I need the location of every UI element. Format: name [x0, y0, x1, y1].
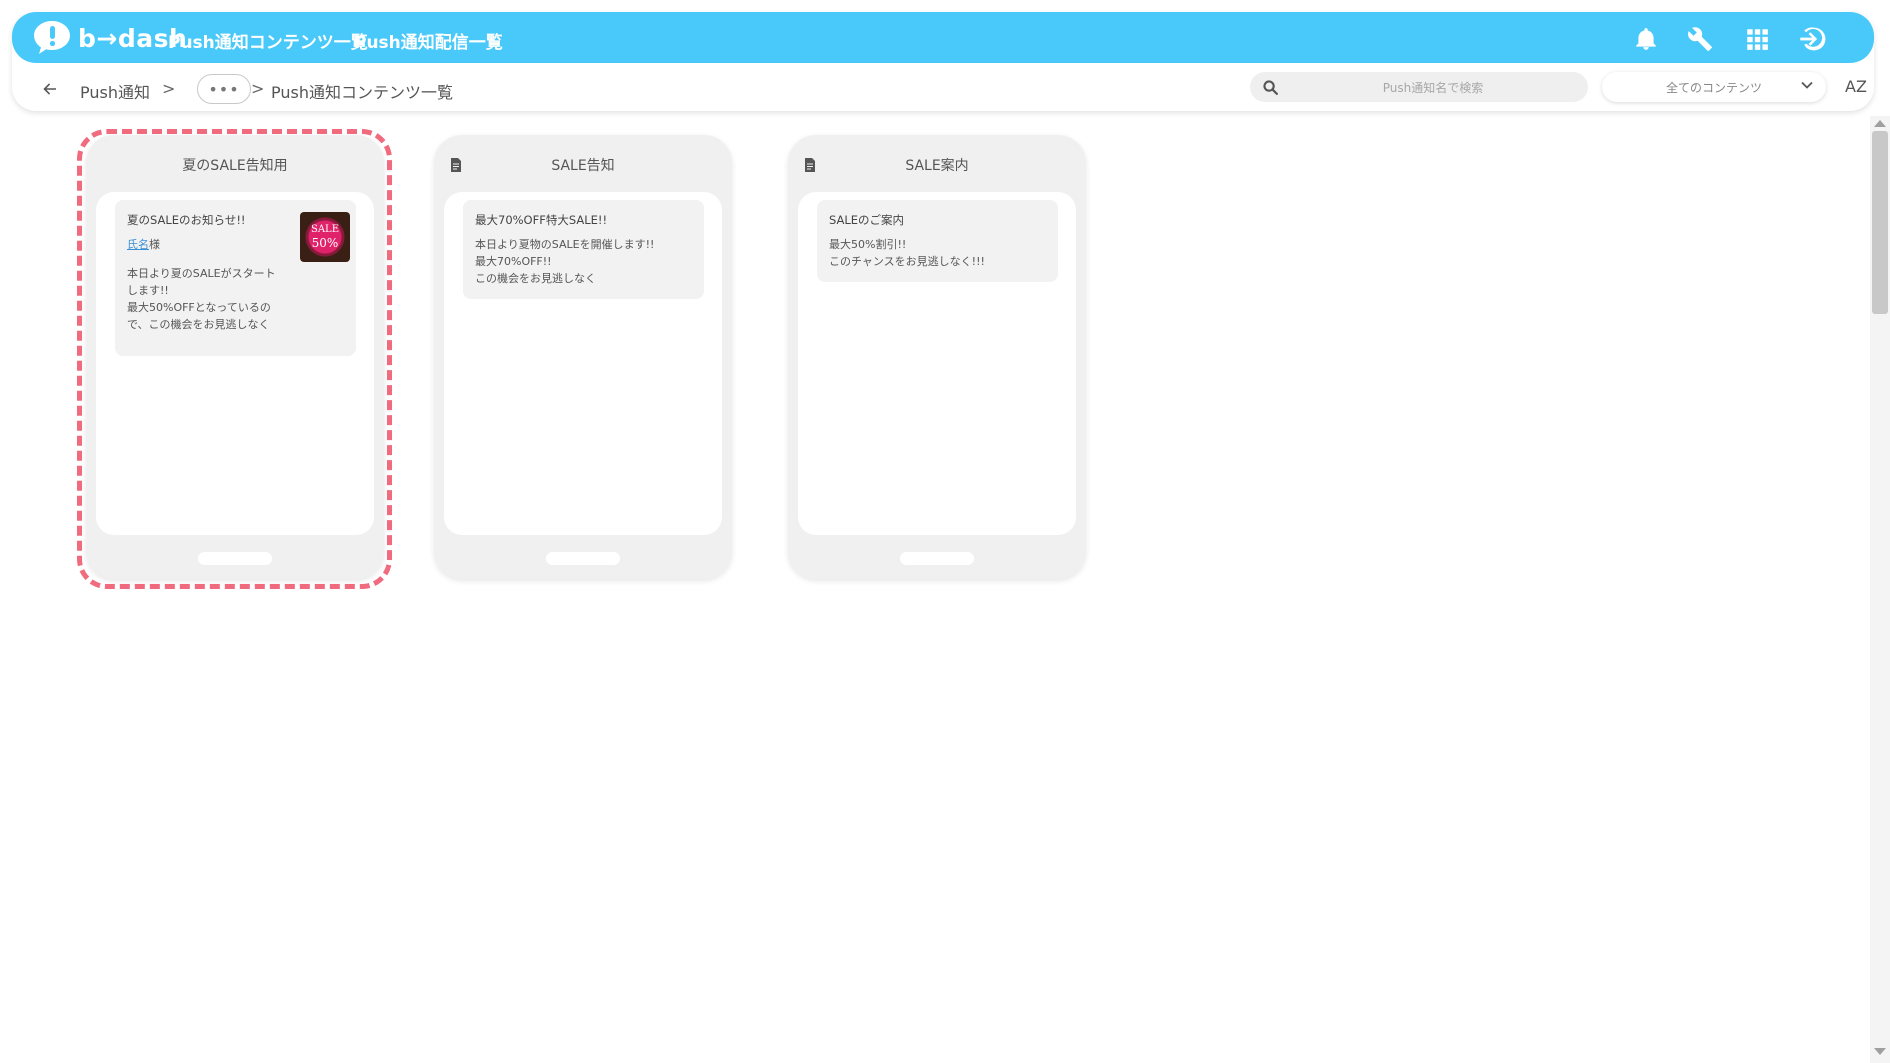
notification-title: 最大70%OFF特大SALE!! — [475, 213, 608, 227]
notification-preview: 最大70%OFF特大SALE!! 本日より夏物のSALEを開催します!! 最大7… — [463, 200, 704, 299]
search-icon — [1263, 80, 1279, 96]
wrench-icon[interactable] — [1685, 24, 1715, 54]
scroll-up-arrow-icon[interactable] — [1874, 120, 1886, 127]
selected-card-outline — [77, 129, 392, 589]
logo[interactable]: b→dash — [32, 18, 187, 58]
phone-screen: 最大70%OFF特大SALE!! 本日より夏物のSALEを開催します!! 最大7… — [444, 192, 722, 535]
content-filter-select[interactable]: 全てのコンテンツ — [1602, 72, 1826, 102]
logo-icon — [34, 21, 70, 54]
nav-push-deliveries[interactable]: Push通知配信一覧 — [354, 28, 503, 53]
breadcrumb-root[interactable]: Push通知 — [80, 79, 150, 103]
breadcrumb-separator: > — [162, 79, 176, 98]
logout-icon[interactable] — [1796, 24, 1832, 54]
sort-az-button[interactable]: AZ — [1842, 74, 1870, 98]
notification-title: SALEのご案内 — [829, 213, 905, 227]
card-title: SALE案内 — [905, 158, 969, 174]
grid-icon[interactable] — [1742, 24, 1772, 54]
notification-body: 本日より夏物のSALEを開催します!! 最大70%OFF!! この機会をお見逃し… — [475, 237, 655, 285]
content-card[interactable]: SALE告知 最大70%OFF特大SALE!! 本日より夏物のSALEを開催しま… — [434, 135, 732, 579]
content-card[interactable]: SALE案内 SALEのご案内 最大50%割引!! このチャンスをお見逃しなく!… — [788, 135, 1086, 579]
app-header: b→dash Push通知コンテンツ一覧 Push通知配信一覧 Push通知 >… — [12, 12, 1874, 111]
card-title: SALE告知 — [551, 158, 615, 174]
back-arrow-icon[interactable] — [38, 78, 62, 100]
filter-selected-value: 全てのコンテンツ — [1665, 80, 1762, 95]
scrollbar-thumb[interactable] — [1872, 131, 1888, 314]
notification-body: 最大50%割引!! このチャンスをお見逃しなく!!! — [829, 237, 985, 268]
scroll-down-arrow-icon[interactable] — [1874, 1048, 1886, 1055]
top-nav-bar: b→dash Push通知コンテンツ一覧 Push通知配信一覧 — [12, 12, 1874, 63]
nav-push-contents[interactable]: Push通知コンテンツ一覧 — [168, 28, 368, 53]
phone-screen: SALEのご案内 最大50%割引!! このチャンスをお見逃しなく!!! — [798, 192, 1076, 535]
breadcrumb-separator: > — [251, 79, 265, 98]
sort-az-icon: AZ — [1845, 76, 1867, 96]
bell-icon[interactable] — [1631, 24, 1661, 54]
chevron-down-icon — [1801, 81, 1813, 89]
breadcrumb-more-button[interactable]: ••• — [197, 74, 251, 104]
home-indicator — [900, 552, 974, 565]
search-box — [1250, 72, 1588, 104]
home-indicator — [546, 552, 620, 565]
search-input[interactable] — [1286, 72, 1580, 104]
breadcrumb-current: Push通知コンテンツ一覧 — [271, 83, 453, 102]
notification-preview: SALEのご案内 最大50%割引!! このチャンスをお見逃しなく!!! — [817, 200, 1058, 282]
